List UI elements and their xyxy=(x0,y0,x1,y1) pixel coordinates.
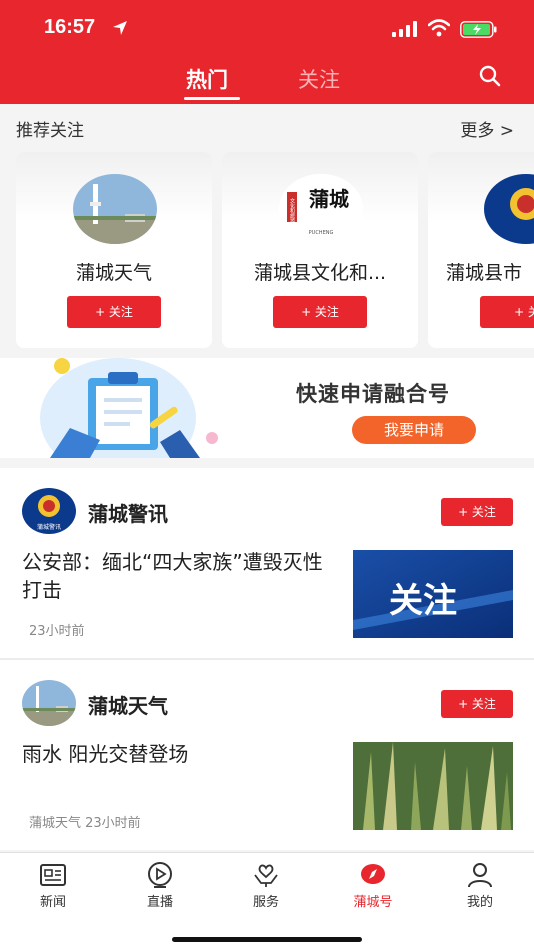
status-time: 16:57 xyxy=(44,16,96,38)
status-bar: 16:57 xyxy=(0,0,534,56)
weather-tower-avatar xyxy=(22,680,76,726)
nav-label: 服务 xyxy=(252,895,279,910)
article-title[interactable]: 公安部：缅北“四大家族”遭毁灭性打击 xyxy=(22,548,342,604)
live-icon xyxy=(148,862,172,888)
nav-label: 新闻 xyxy=(39,895,66,910)
thumbnail-text: 关注 xyxy=(389,581,457,621)
more-link[interactable]: 更多 > xyxy=(460,116,514,141)
tab-active-indicator xyxy=(184,97,240,100)
follow-button[interactable]: + 关注 xyxy=(441,498,513,526)
search-icon[interactable] xyxy=(478,64,502,88)
culture-logo-side-text: 文化和旅游 xyxy=(289,197,295,224)
follow-button[interactable]: + 关注 xyxy=(273,296,367,328)
nav-item-pucheng-hao[interactable]: 蒲城号 xyxy=(333,861,413,910)
police-badge-avatar: 蒲城警讯 xyxy=(22,488,76,534)
battery-icon xyxy=(460,21,497,38)
nav-item-service[interactable]: 服务 xyxy=(226,861,306,910)
wifi-icon xyxy=(428,19,450,37)
account-name[interactable]: 蒲城警讯 xyxy=(88,498,168,527)
article-thumbnail[interactable]: 关注 xyxy=(353,550,513,638)
clipboard-illustration xyxy=(40,358,218,458)
nav-item-live[interactable]: 直播 xyxy=(120,861,200,910)
card-name: 蒲城县市 xyxy=(446,262,523,284)
follow-button[interactable]: + 关 xyxy=(480,296,534,328)
signal-icon xyxy=(392,21,417,37)
follow-button[interactable]: + 关注 xyxy=(67,296,161,328)
article-meta: 蒲城天气 23小时前 xyxy=(29,816,141,831)
follow-button[interactable]: + 关注 xyxy=(441,690,513,718)
service-icon xyxy=(254,864,278,887)
nav-label: 蒲城号 xyxy=(353,895,393,910)
recommend-section: 推荐关注 更多 > 蒲城天气 + 关注 蒲城 文化和旅游 PUCHENG 蒲城县… xyxy=(0,104,534,354)
police-badge-text: 蒲城警讯 xyxy=(37,523,61,531)
card-name: 蒲城天气 xyxy=(75,262,152,284)
culture-logo-avatar: 蒲城 文化和旅游 PUCHENG xyxy=(279,174,363,244)
feed-item[interactable]: 蒲城警讯 蒲城警讯 + 关注 公安部：缅北“四大家族”遭毁灭性打击 23小时前 … xyxy=(0,468,534,658)
feed-item[interactable]: 蒲城天气 + 关注 雨水 阳光交替登场 蒲城天气 23小时前 xyxy=(0,660,534,850)
article-meta: 23小时前 xyxy=(29,624,85,639)
culture-logo-text: 蒲城 xyxy=(309,187,349,211)
nav-label: 直播 xyxy=(146,895,173,910)
compass-icon xyxy=(361,864,385,884)
culture-logo-sub-text: PUCHENG xyxy=(309,230,334,236)
top-tabs: 热门 关注 xyxy=(0,56,534,104)
app-header: 16:57 热门 关注 xyxy=(0,0,534,104)
bottom-nav: 新闻 直播 服务 蒲城号 我的 xyxy=(0,852,534,950)
recommend-card[interactable]: 蒲城县市 + 关 xyxy=(428,152,534,348)
banner-title: 快速申请融合号 xyxy=(296,382,450,406)
nav-item-me[interactable]: 我的 xyxy=(440,861,520,910)
article-thumbnail[interactable] xyxy=(353,742,513,830)
article-title[interactable]: 雨水 阳光交替登场 xyxy=(22,740,342,768)
tab-hot[interactable]: 热门 xyxy=(186,64,228,94)
news-icon xyxy=(40,864,66,886)
card-name: 蒲城县文化和... xyxy=(253,262,387,284)
nav-label: 我的 xyxy=(466,895,493,910)
profile-icon xyxy=(468,863,492,888)
home-indicator xyxy=(172,937,362,942)
account-name[interactable]: 蒲城天气 xyxy=(88,690,168,719)
weather-tower-avatar xyxy=(73,174,157,244)
tab-follow[interactable]: 关注 xyxy=(298,64,340,94)
apply-banner[interactable]: 快速申请融合号 我要申请 xyxy=(0,358,534,458)
recommend-card[interactable]: 蒲城天气 + 关注 xyxy=(16,152,212,348)
apply-button[interactable]: 我要申请 xyxy=(352,416,476,444)
nav-item-news[interactable]: 新闻 xyxy=(13,861,93,910)
recommend-card[interactable]: 蒲城 文化和旅游 PUCHENG 蒲城县文化和... + 关注 xyxy=(222,152,418,348)
recommend-title: 推荐关注 xyxy=(16,121,84,141)
location-arrow-icon xyxy=(113,21,127,35)
